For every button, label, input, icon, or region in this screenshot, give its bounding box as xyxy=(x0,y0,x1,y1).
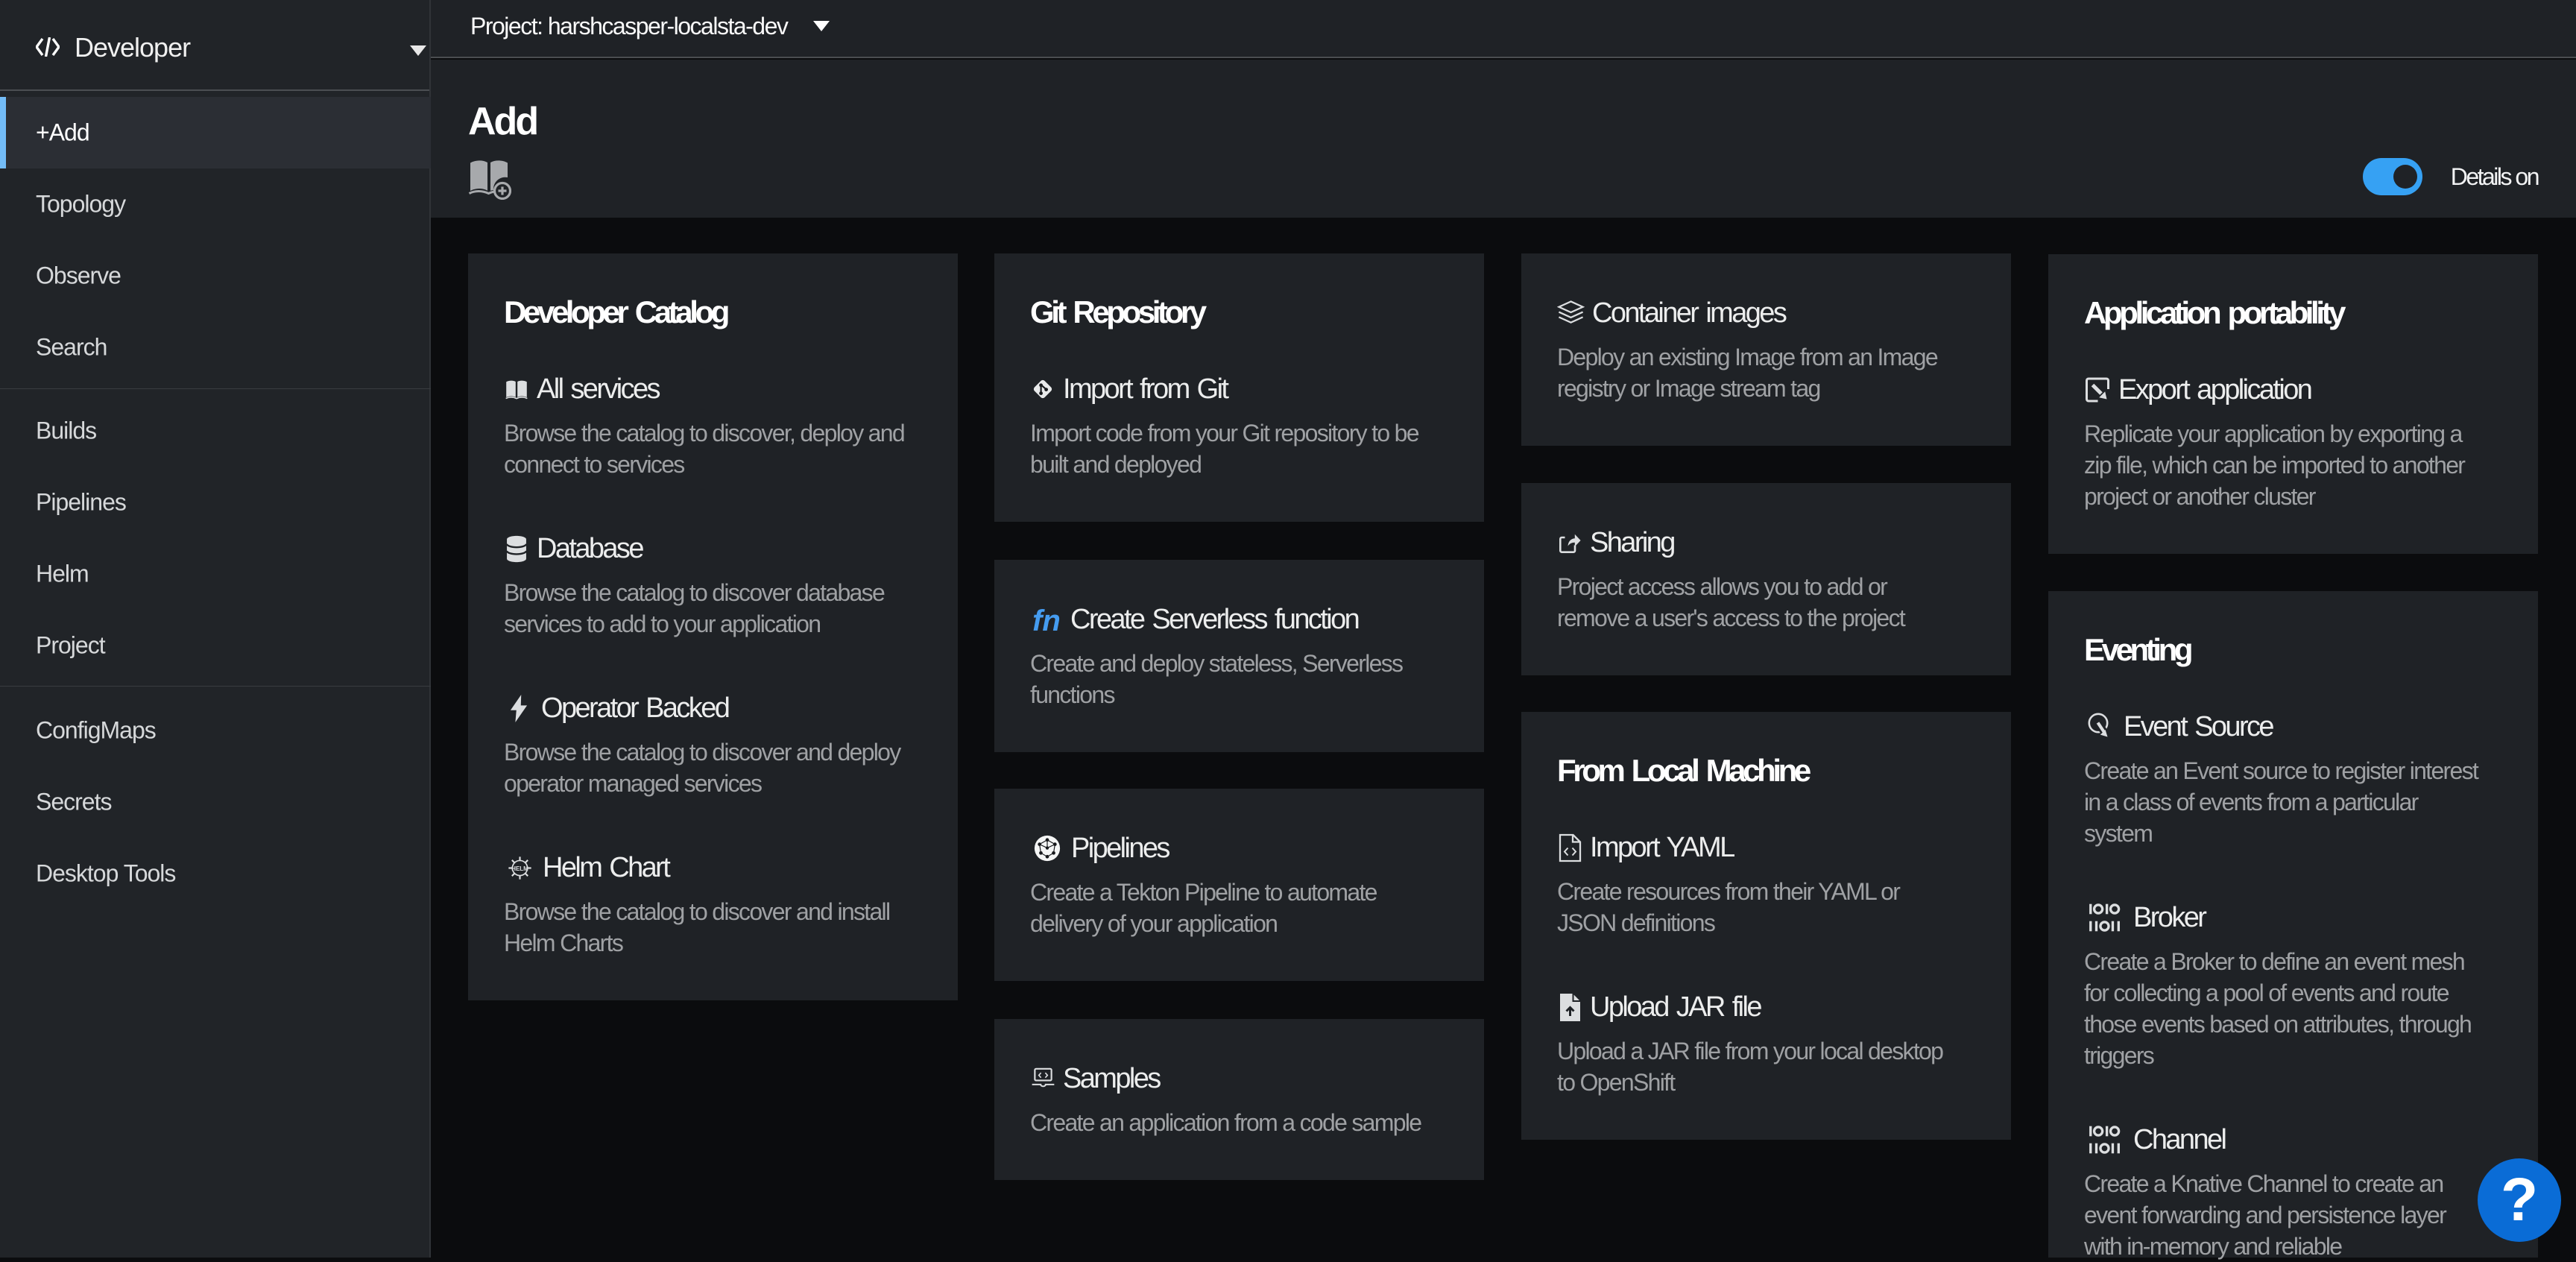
svg-text:HELM: HELM xyxy=(511,865,528,871)
